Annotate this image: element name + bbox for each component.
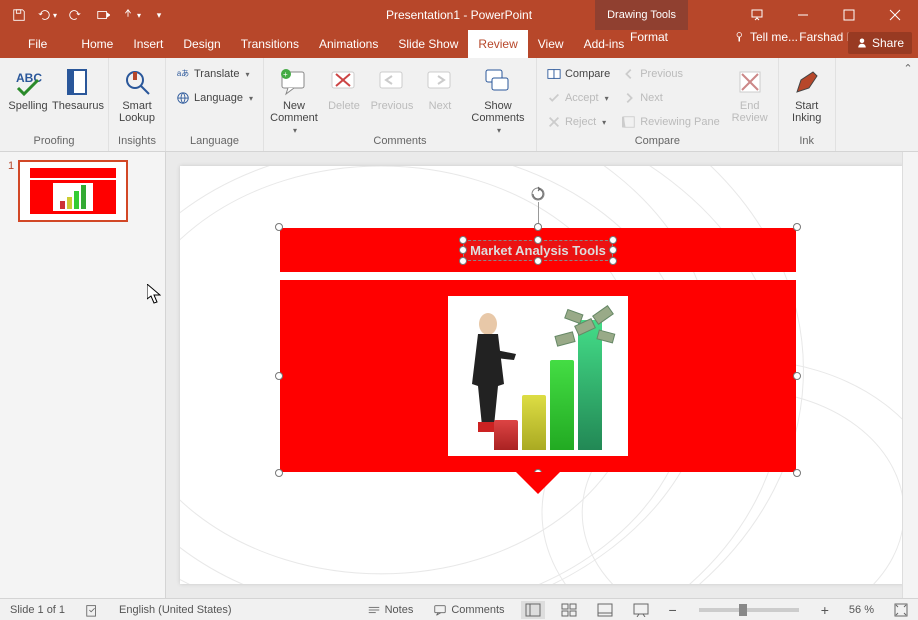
- tab-review[interactable]: Review: [468, 30, 527, 58]
- reviewing-pane-button: Reviewing Pane: [618, 112, 724, 132]
- new-comment-icon: +: [278, 66, 310, 98]
- smart-lookup-icon: [121, 66, 153, 98]
- ribbon: ABC Spelling Thesaurus Proofing Smart Lo…: [0, 58, 918, 152]
- tell-me-search[interactable]: Tell me...: [734, 30, 798, 44]
- svg-text:ABC: ABC: [16, 71, 42, 85]
- qat-customize-icon[interactable]: ▾: [148, 4, 170, 26]
- mouse-cursor-icon: [147, 284, 161, 304]
- previous-comment-button: Previous: [370, 62, 414, 112]
- compare-previous-button: Previous: [618, 64, 724, 84]
- thumbnail-preview[interactable]: [18, 160, 128, 222]
- rotate-handle-icon[interactable]: [530, 186, 546, 202]
- zoom-in-button[interactable]: +: [817, 602, 833, 618]
- new-comment-button[interactable]: + New Comment▾: [270, 62, 318, 135]
- next-comment-icon: [424, 66, 456, 98]
- tab-format[interactable]: Format: [610, 30, 688, 44]
- svg-text:aあ: aあ: [177, 69, 189, 78]
- tab-file[interactable]: File: [18, 30, 57, 58]
- language-status[interactable]: English (United States): [115, 604, 236, 616]
- svg-text:+: +: [283, 70, 288, 79]
- previous-comment-icon: [376, 66, 408, 98]
- title-bar: ▾ ▾ ▾ Presentation1 - PowerPoint Drawing…: [0, 0, 918, 30]
- quick-access-toolbar: ▾ ▾ ▾: [0, 0, 170, 30]
- slide-canvas[interactable]: Market Analysis Tools: [180, 166, 904, 584]
- compare-next-button: Next: [618, 88, 724, 108]
- group-comments: + New Comment▾ Delete Previous Next Show…: [264, 58, 537, 151]
- reading-view-icon[interactable]: [593, 601, 617, 619]
- delete-comment-icon: [328, 66, 360, 98]
- tab-home[interactable]: Home: [71, 30, 123, 58]
- tab-view[interactable]: View: [528, 30, 574, 58]
- window-controls: [734, 0, 918, 30]
- ink-icon: [791, 66, 823, 98]
- zoom-out-button[interactable]: −: [665, 602, 681, 618]
- end-review-icon: [734, 66, 766, 98]
- tab-slideshow[interactable]: Slide Show: [388, 30, 468, 58]
- next-comment-button: Next: [418, 62, 462, 112]
- end-review-button: End Review: [728, 62, 772, 124]
- slide-sorter-view-icon[interactable]: [557, 601, 581, 619]
- maximize-icon[interactable]: [826, 0, 872, 30]
- minimize-icon[interactable]: [780, 0, 826, 30]
- window-title: Presentation1 - PowerPoint: [386, 8, 532, 22]
- contextual-tab-label: Drawing Tools: [595, 0, 688, 30]
- ribbon-tabs: File Home Insert Design Transitions Anim…: [0, 30, 918, 58]
- callout-body[interactable]: [280, 280, 796, 472]
- tab-design[interactable]: Design: [173, 30, 230, 58]
- tab-insert[interactable]: Insert: [123, 30, 173, 58]
- thesaurus-icon: [62, 66, 94, 98]
- notes-button[interactable]: Notes: [363, 603, 418, 617]
- show-comments-icon: [482, 66, 514, 98]
- status-bar: Slide 1 of 1 English (United States) Not…: [0, 598, 918, 620]
- fit-to-window-icon[interactable]: [890, 603, 912, 617]
- zoom-slider[interactable]: [699, 608, 799, 612]
- comments-button[interactable]: Comments: [429, 603, 508, 617]
- close-icon[interactable]: [872, 0, 918, 30]
- group-compare: Compare Accept▾ Reject▾ Previous Next Re…: [537, 58, 779, 151]
- tab-transitions[interactable]: Transitions: [231, 30, 309, 58]
- normal-view-icon[interactable]: [521, 601, 545, 619]
- thesaurus-button[interactable]: Thesaurus: [54, 62, 102, 112]
- delete-comment-button: Delete: [322, 62, 366, 112]
- share-button[interactable]: Share: [848, 32, 912, 54]
- translate-button[interactable]: aあTranslate▾: [172, 64, 257, 84]
- ribbon-options-icon[interactable]: [734, 0, 780, 30]
- compare-button[interactable]: Compare: [543, 64, 614, 84]
- redo-icon[interactable]: [64, 4, 86, 26]
- vertical-scrollbar[interactable]: [902, 152, 918, 598]
- accept-button: Accept▾: [543, 88, 614, 108]
- group-language: aあTranslate▾ Language▾ Language: [166, 58, 264, 151]
- thumbnail-slide-1[interactable]: 1: [8, 160, 157, 222]
- start-inking-button[interactable]: Start Inking: [785, 62, 829, 124]
- start-from-beginning-icon[interactable]: [92, 4, 114, 26]
- group-insights: Smart Lookup Insights: [109, 58, 166, 151]
- language-button[interactable]: Language▾: [172, 88, 257, 108]
- reject-button: Reject▾: [543, 112, 614, 132]
- slide-thumbnail-pane[interactable]: 1: [0, 152, 166, 598]
- save-icon[interactable]: [8, 4, 30, 26]
- zoom-level[interactable]: 56 %: [845, 604, 878, 616]
- group-ink: Start Inking Ink: [779, 58, 836, 151]
- slideshow-view-icon[interactable]: [629, 601, 653, 619]
- money-icon: [552, 304, 622, 354]
- slide-title-textbox[interactable]: Market Analysis Tools: [463, 240, 613, 261]
- undo-icon[interactable]: ▾: [36, 4, 58, 26]
- spelling-icon: ABC: [12, 66, 44, 98]
- spell-check-status-icon[interactable]: [81, 603, 103, 617]
- slide-position[interactable]: Slide 1 of 1: [6, 604, 69, 616]
- smart-lookup-button[interactable]: Smart Lookup: [115, 62, 159, 124]
- group-proofing: ABC Spelling Thesaurus Proofing: [0, 58, 109, 151]
- touch-mode-icon[interactable]: ▾: [120, 4, 142, 26]
- slide-editor[interactable]: Market Analysis Tools: [166, 152, 918, 598]
- work-area: 1 Market Analysis Tools: [0, 152, 918, 598]
- tab-animations[interactable]: Animations: [309, 30, 388, 58]
- spelling-button[interactable]: ABC Spelling: [6, 62, 50, 112]
- collapse-ribbon-icon[interactable]: ⌃: [898, 58, 918, 151]
- show-comments-button[interactable]: Show Comments▾: [466, 62, 530, 135]
- callout-shape[interactable]: Market Analysis Tools: [280, 228, 796, 472]
- chart-image[interactable]: [448, 296, 628, 456]
